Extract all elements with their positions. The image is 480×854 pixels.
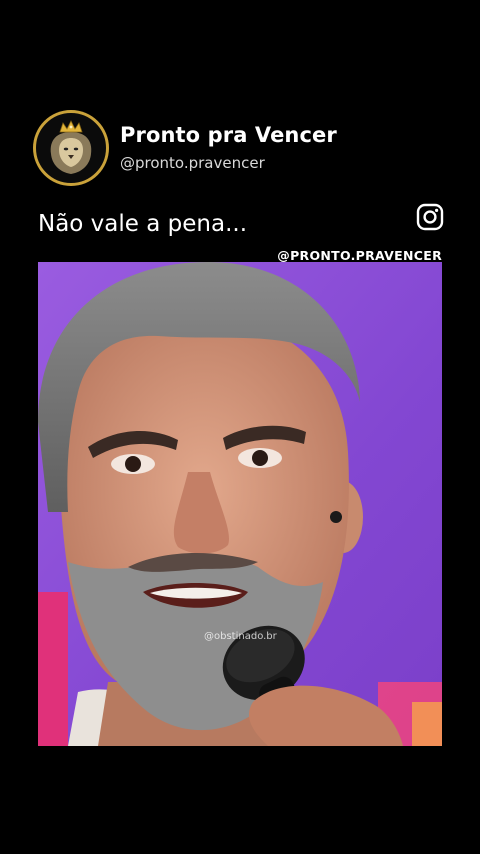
video-frame-image <box>38 262 442 746</box>
profile-handle[interactable]: @pronto.pravencer <box>120 154 265 172</box>
crowned-lion-logo-icon <box>34 111 108 185</box>
video-overlay-watermark: @obstinado.br <box>204 631 277 642</box>
video-player[interactable]: @obstinado.br <box>38 262 442 746</box>
profile-avatar[interactable] <box>33 110 109 186</box>
post-caption: Não vale a pena... <box>38 211 247 237</box>
post-watermark: @PRONTO.PRAVENCER <box>277 248 442 263</box>
profile-name[interactable]: Pronto pra Vencer <box>120 123 337 147</box>
instagram-icon[interactable] <box>416 203 444 231</box>
